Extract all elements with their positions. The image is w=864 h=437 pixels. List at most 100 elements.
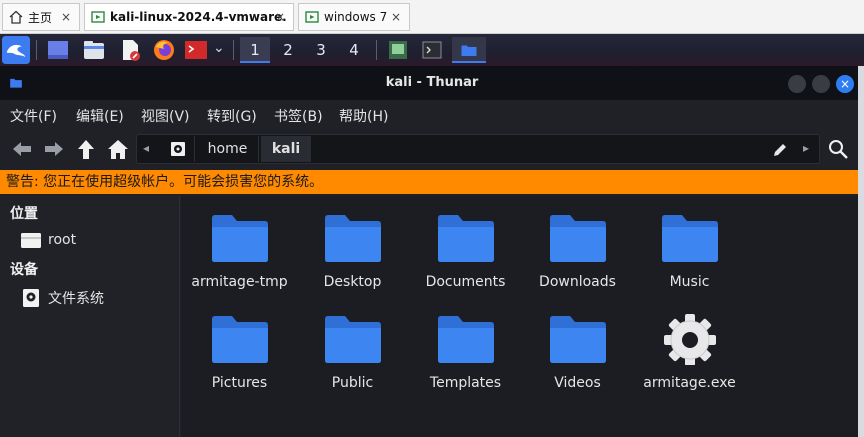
folder-icon [21,233,41,248]
thunar-window: kali - Thunar × 文件(F) 编辑(E) 视图(V) 转到(G) … [0,66,864,437]
menu-help[interactable]: 帮助(H) [339,106,388,126]
menu-bookmarks[interactable]: 书签(B) [274,106,323,126]
file-item-templates[interactable]: Templates [409,301,522,397]
minimize-button[interactable] [788,75,806,93]
tab-home[interactable]: 主页 × [2,3,80,31]
kali-dragon-icon[interactable] [2,36,30,64]
folder-icon [461,45,477,56]
terminal-window-icon[interactable] [420,38,444,62]
file-name: armitage-tmp [191,274,288,290]
menu-view[interactable]: 视图(V) [141,106,190,126]
text-editor-icon[interactable] [118,38,142,62]
file-name: Videos [554,375,601,391]
drive-icon [23,289,39,307]
file-name: Pictures [211,375,268,391]
folder-icon [438,316,494,363]
tab-label: windows 7 [324,10,388,24]
close-tab-icon[interactable]: × [59,10,73,24]
close-button[interactable]: × [836,75,854,93]
file-item-armitage-tmp[interactable]: armitage-tmp [183,200,296,296]
drive-icon [171,142,185,156]
places-heading: 位置 [10,206,38,222]
folder-icon [438,215,494,262]
vm-icon [305,11,319,23]
file-item-documents[interactable]: Documents [409,200,522,296]
close-tab-icon[interactable]: × [389,10,403,24]
file-item-public[interactable]: Public [296,301,409,397]
forward-icon[interactable] [42,138,66,160]
file-item-music[interactable]: Music [633,200,746,296]
divider [376,40,377,60]
window-title: kali - Thunar [385,75,479,90]
home-icon [9,10,23,24]
divider [233,40,234,60]
file-item-armitage-exe[interactable]: armitage.exe [633,301,746,397]
host-window-edge [858,66,864,437]
file-name: armitage.exe [643,375,736,391]
workspace-2[interactable]: 2 [273,37,303,63]
file-name: Public [331,375,374,391]
menu-file[interactable]: 文件(F) [10,106,57,126]
menu-edit[interactable]: 编辑(E) [76,106,124,126]
folder-icon [325,316,381,363]
sidebar-item-root[interactable]: root [20,228,76,252]
kali-panel: ⌄ 1 2 3 4 [0,34,864,66]
folder-icon [550,316,606,363]
crumb-home[interactable]: home [197,136,259,162]
workspace-1[interactable]: 1 [240,37,270,63]
terminal-icon[interactable] [184,38,208,62]
file-grid: armitage-tmp Desktop Documents Downloads… [181,196,858,437]
file-item-desktop[interactable]: Desktop [296,200,409,296]
tab-kali-linux[interactable]: kali-linux-2024.4-vmware... × [84,3,294,31]
crumb-kali[interactable]: kali [261,136,311,162]
root-warning-banner: 警告: 您正在使用超级帐户。可能会损害您的系统。 [0,170,858,194]
scroll-left-arrow[interactable]: ◂ [143,141,149,155]
file-name: Downloads [539,274,616,290]
workspace-4[interactable]: 4 [339,37,369,63]
scroll-right-arrow[interactable]: ▸ [803,141,809,155]
file-item-downloads[interactable]: Downloads [521,200,634,296]
sidebar-item-filesystem[interactable]: 文件系统 [20,286,104,310]
file-name: Templates [429,375,502,391]
divider [36,40,37,60]
workspace-3[interactable]: 3 [306,37,336,63]
active-window-button[interactable] [452,37,486,63]
tab-label: kali-linux-2024.4-vmware... [110,10,287,24]
root-crumb[interactable] [161,136,195,162]
file-name: Music [669,274,710,290]
vm-tab-strip: 主页 × kali-linux-2024.4-vmware... × windo… [0,0,864,34]
title-bar: kali - Thunar × [0,66,864,100]
folder-icon [212,215,268,262]
up-icon[interactable] [74,138,98,160]
sidebar-item-label: 文件系统 [48,291,104,307]
edit-path-icon[interactable] [772,142,788,158]
back-icon[interactable] [10,138,34,160]
tab-windows-7[interactable]: windows 7 × [298,3,410,31]
file-name: Documents [425,274,506,290]
folder-icon [325,215,381,262]
tab-label: 主页 [28,10,53,25]
maximize-button[interactable] [812,75,830,93]
path-bar: ◂ home kali ▸ [136,134,820,164]
sidebar-item-label: root [48,232,77,248]
home-icon[interactable] [106,138,130,160]
devices-heading: 设备 [10,262,38,278]
menu-bar: 文件(F) 编辑(E) 视图(V) 转到(G) 书签(B) 帮助(H) [0,100,864,130]
folder-icon [662,215,718,262]
file-item-videos[interactable]: Videos [521,301,634,397]
show-desktop-icon[interactable] [46,38,70,62]
menu-go[interactable]: 转到(G) [207,106,257,126]
firefox-icon[interactable] [152,38,176,62]
window-thumbnail-icon[interactable] [386,38,410,62]
gear-icon [664,314,716,365]
folder-icon [550,215,606,262]
vm-icon [91,11,105,23]
file-name: Desktop [323,274,382,290]
search-icon[interactable] [826,138,850,160]
file-manager-icon[interactable] [82,38,106,62]
folder-icon [212,316,268,363]
sidebar: 位置 root 设备 文件系统 [0,196,180,437]
file-item-pictures[interactable]: Pictures [183,301,296,397]
chevron-down-icon[interactable]: ⌄ [213,40,225,56]
close-tab-icon[interactable]: × [273,10,287,24]
